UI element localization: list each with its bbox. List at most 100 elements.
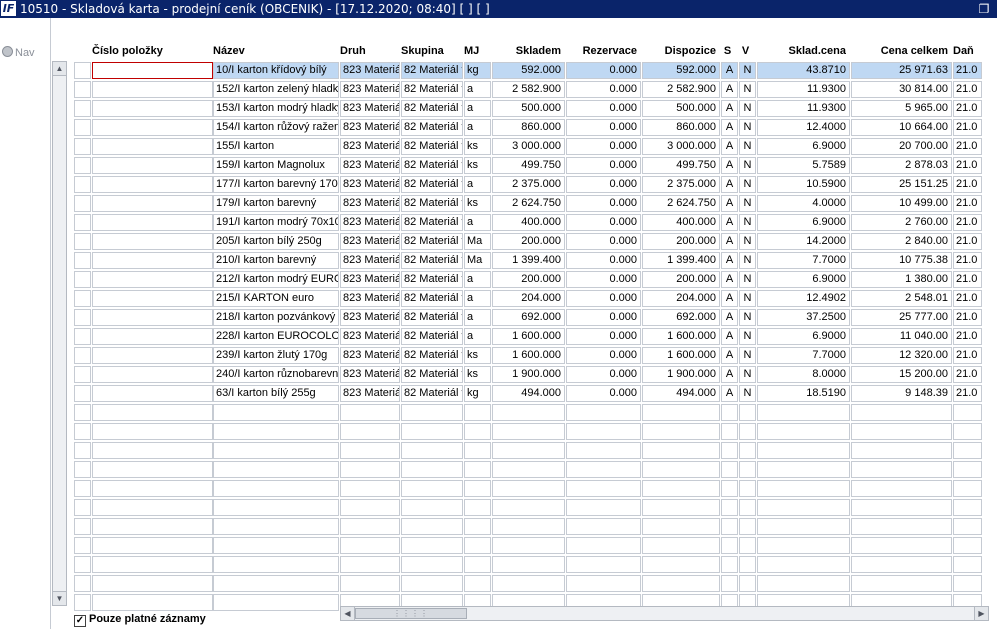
cell-s[interactable] [721, 442, 738, 459]
cell-skladem[interactable]: 592.000 [492, 62, 565, 79]
cell-skladem[interactable]: 494.000 [492, 385, 565, 402]
cell-code[interactable] [92, 594, 213, 611]
cell-cena-celkem[interactable]: 12 320.00 [851, 347, 952, 364]
scroll-left-arrow-icon[interactable]: ◀ [341, 607, 355, 620]
cell-dan[interactable] [953, 461, 982, 478]
row-marker[interactable] [74, 214, 91, 231]
cell-skupina[interactable]: 82 Materiál v [401, 119, 463, 136]
cell-code[interactable] [92, 537, 213, 554]
cell-sklad-cena[interactable] [757, 499, 850, 516]
cell-rezervace[interactable]: 0.000 [566, 328, 641, 345]
cell-dispozice[interactable]: 400.000 [642, 214, 720, 231]
cell-code[interactable] [92, 81, 213, 98]
empty-table-row[interactable] [0, 461, 997, 478]
cell-rezervace[interactable] [566, 423, 641, 440]
cell-druh[interactable]: 823 Materiál [340, 233, 400, 250]
cell-sklad-cena[interactable]: 12.4902 [757, 290, 850, 307]
cell-s[interactable] [721, 575, 738, 592]
cell-mj[interactable] [464, 499, 491, 516]
cell-v[interactable]: N [739, 138, 756, 155]
cell-dispozice[interactable] [642, 404, 720, 421]
cell-code[interactable] [92, 233, 213, 250]
cell-name[interactable]: 179/I karton barevný [213, 195, 339, 212]
cell-s[interactable]: A [721, 366, 738, 383]
cell-v[interactable]: N [739, 290, 756, 307]
cell-name[interactable]: 215/I KARTON euro [213, 290, 339, 307]
cell-s[interactable]: A [721, 214, 738, 231]
column-header-rezervace[interactable]: Rezervace [566, 44, 637, 58]
cell-druh[interactable]: 823 Materiál [340, 119, 400, 136]
cell-s[interactable]: A [721, 195, 738, 212]
cell-code[interactable] [92, 442, 213, 459]
table-row[interactable]: 154/I karton růžový ražený 823 Materiál 82… [0, 119, 997, 136]
cell-druh[interactable]: 823 Materiál [340, 81, 400, 98]
cell-skupina[interactable]: 82 Materiál v [401, 309, 463, 326]
cell-sklad-cena[interactable] [757, 537, 850, 554]
cell-skupina[interactable] [401, 480, 463, 497]
cell-mj[interactable]: ks [464, 347, 491, 364]
cell-mj[interactable]: a [464, 176, 491, 193]
row-marker[interactable] [74, 461, 91, 478]
cell-mj[interactable]: ks [464, 195, 491, 212]
cell-druh[interactable]: 823 Materiál [340, 328, 400, 345]
row-marker[interactable] [74, 518, 91, 535]
cell-skladem[interactable] [492, 575, 565, 592]
cell-sklad-cena[interactable] [757, 575, 850, 592]
cell-s[interactable]: A [721, 176, 738, 193]
cell-druh[interactable] [340, 575, 400, 592]
scroll-down-arrow-icon[interactable]: ▼ [53, 591, 66, 605]
nav-toggle[interactable]: Nav [2, 46, 35, 60]
cell-name[interactable]: 177/I karton barevný 170g [213, 176, 339, 193]
cell-druh[interactable] [340, 442, 400, 459]
table-row[interactable]: 63/I karton bílý 255g 823 Materiál 82 Mate… [0, 385, 997, 402]
table-row[interactable]: 179/I karton barevný 823 Materiál 82 Mater… [0, 195, 997, 212]
cell-sklad-cena[interactable]: 11.9300 [757, 81, 850, 98]
cell-skladem[interactable] [492, 423, 565, 440]
cell-mj[interactable] [464, 575, 491, 592]
cell-cena-celkem[interactable]: 20 700.00 [851, 138, 952, 155]
cell-skupina[interactable]: 82 Materiál v [401, 81, 463, 98]
cell-s[interactable] [721, 461, 738, 478]
cell-rezervace[interactable]: 0.000 [566, 366, 641, 383]
cell-sklad-cena[interactable] [757, 423, 850, 440]
cell-name[interactable] [213, 537, 339, 554]
cell-cena-celkem[interactable] [851, 537, 952, 554]
cell-skupina[interactable]: 82 Materiál v [401, 138, 463, 155]
cell-druh[interactable]: 823 Materiál [340, 157, 400, 174]
cell-cena-celkem[interactable] [851, 404, 952, 421]
row-marker[interactable] [74, 157, 91, 174]
cell-skupina[interactable]: 82 Materiál v [401, 62, 463, 79]
cell-name[interactable] [213, 594, 339, 611]
cell-cena-celkem[interactable]: 10 775.38 [851, 252, 952, 269]
cell-name[interactable]: 239/I karton žlutý 170g [213, 347, 339, 364]
cell-skladem[interactable] [492, 442, 565, 459]
table-row[interactable]: 10/I karton křídový bílý 823 Materiál 82 M… [0, 62, 997, 79]
cell-code[interactable] [92, 423, 213, 440]
cell-dan[interactable]: 21.0 [953, 366, 982, 383]
horizontal-scrollbar[interactable]: ◀ ⋮⋮⋮⋮ ▶ [340, 606, 989, 621]
cell-name[interactable]: 240/I karton různobarevný [213, 366, 339, 383]
cell-skupina[interactable] [401, 575, 463, 592]
cell-sklad-cena[interactable]: 8.0000 [757, 366, 850, 383]
cell-code[interactable] [92, 195, 213, 212]
cell-dan[interactable]: 21.0 [953, 252, 982, 269]
cell-v[interactable]: N [739, 328, 756, 345]
cell-cena-celkem[interactable]: 5 965.00 [851, 100, 952, 117]
cell-skupina[interactable] [401, 461, 463, 478]
horizontal-scroll-thumb[interactable]: ⋮⋮⋮⋮ [355, 608, 467, 619]
cell-skupina[interactable] [401, 499, 463, 516]
cell-rezervace[interactable]: 0.000 [566, 252, 641, 269]
cell-skupina[interactable] [401, 423, 463, 440]
table-row[interactable]: 155/I karton 823 Materiál 82 Materiál v ks 3… [0, 138, 997, 155]
cell-dispozice[interactable] [642, 480, 720, 497]
cell-skladem[interactable]: 1 399.400 [492, 252, 565, 269]
cell-v[interactable] [739, 556, 756, 573]
cell-cena-celkem[interactable]: 10 664.00 [851, 119, 952, 136]
cell-mj[interactable]: ks [464, 366, 491, 383]
cell-mj[interactable]: ks [464, 157, 491, 174]
cell-s[interactable] [721, 404, 738, 421]
row-marker[interactable] [74, 347, 91, 364]
cell-mj[interactable] [464, 537, 491, 554]
cell-v[interactable]: N [739, 233, 756, 250]
valid-records-checkbox[interactable]: ✓ [74, 615, 86, 627]
